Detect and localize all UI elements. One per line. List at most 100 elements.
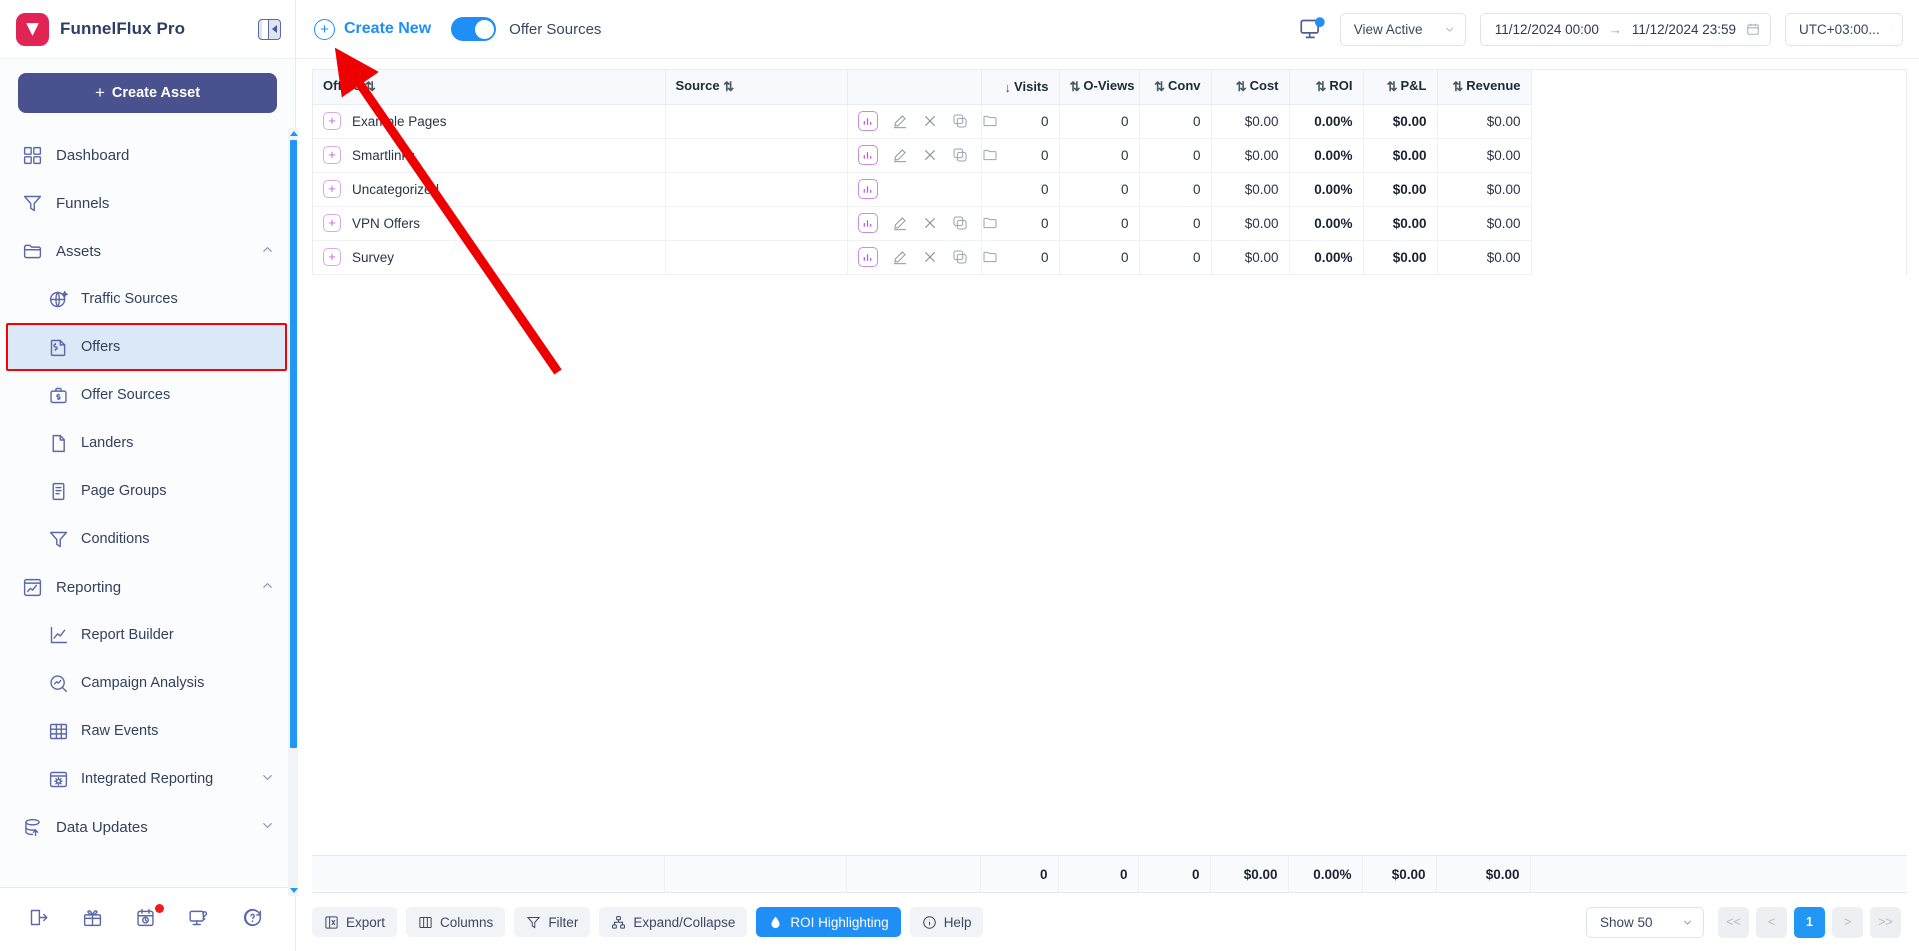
view-active-select[interactable]: View Active: [1339, 12, 1466, 46]
cell-pl: $0.00: [1363, 240, 1438, 275]
logout-icon[interactable]: [28, 907, 53, 932]
sidebar-item-dashboard[interactable]: Dashboard: [0, 131, 295, 179]
gift-icon[interactable]: [82, 907, 107, 932]
scroll-down-arrow-icon[interactable]: [289, 888, 298, 893]
sidebar-scrollbar-thumb[interactable]: [290, 140, 297, 748]
column-header-label: Revenue: [1466, 78, 1521, 94]
chevron-down-icon[interactable]: [260, 770, 275, 789]
date-range-picker[interactable]: 11/12/2024 00:00 → 11/12/2024 23:59: [1479, 12, 1771, 46]
archive-folder-icon[interactable]: [982, 147, 998, 163]
column-header-offers[interactable]: Offers ⇅: [313, 70, 666, 105]
duplicate-copy-icon[interactable]: [952, 147, 968, 163]
sidebar-item-funnels[interactable]: Funnels: [0, 179, 295, 227]
chevron-up-icon[interactable]: [260, 578, 275, 597]
sidebar-item-data-updates[interactable]: Data Updates: [0, 803, 295, 851]
sidebar-item-traffic-sources[interactable]: Traffic Sources: [0, 275, 295, 323]
sidebar-item-conditions[interactable]: Conditions: [0, 515, 295, 563]
sidebar-item-report-builder[interactable]: Report Builder: [0, 611, 295, 659]
archive-folder-icon[interactable]: [982, 249, 998, 265]
create-new-label: Create New: [344, 20, 432, 37]
sidebar-item-campaign-analysis[interactable]: Campaign Analysis: [0, 659, 295, 707]
sidebar-scrollbar[interactable]: [288, 128, 298, 896]
cell-cost: $0.00: [1211, 206, 1290, 241]
column-header-source[interactable]: Source ⇅: [665, 70, 848, 105]
expand-plus-icon[interactable]: +: [323, 248, 341, 266]
duplicate-copy-icon[interactable]: [952, 249, 968, 265]
expand-plus-icon[interactable]: +: [323, 180, 341, 198]
edit-pencil-icon[interactable]: [892, 249, 908, 265]
expand-plus-icon[interactable]: +: [323, 146, 341, 164]
delete-x-icon[interactable]: [922, 113, 938, 129]
sidebar-item-raw-events[interactable]: Raw Events: [0, 707, 295, 755]
expand-collapse-button[interactable]: Expand/Collapse: [599, 907, 748, 937]
chart-bar-icon[interactable]: [857, 111, 878, 131]
duplicate-copy-icon[interactable]: [952, 215, 968, 231]
column-header-visits[interactable]: ↓ Visits: [981, 70, 1060, 105]
expand-plus-icon[interactable]: +: [323, 112, 341, 130]
create-asset-button[interactable]: + Create Asset: [18, 73, 277, 113]
chevron-up-icon[interactable]: [260, 242, 275, 261]
column-header-revenue[interactable]: ⇅ Revenue: [1437, 70, 1532, 105]
column-header-roi[interactable]: ⇅ ROI: [1289, 70, 1364, 105]
offer-sources-toggle[interactable]: [451, 17, 497, 41]
pager-button-4[interactable]: >>: [1870, 906, 1901, 938]
archive-folder-icon[interactable]: [982, 113, 998, 129]
delete-x-icon[interactable]: [922, 249, 938, 265]
sidebar-item-integrated-reporting[interactable]: Integrated Reporting: [0, 755, 295, 803]
edit-pencil-icon[interactable]: [892, 147, 908, 163]
column-header-cost[interactable]: ⇅ Cost: [1211, 70, 1290, 105]
sidebar-item-reporting[interactable]: Reporting: [0, 563, 295, 611]
help-chat-icon[interactable]: [242, 907, 267, 932]
pager-button-3[interactable]: >: [1832, 906, 1863, 938]
cell-source: [665, 206, 848, 241]
pager-button-0[interactable]: <<: [1718, 906, 1749, 938]
table-row[interactable]: + Survey 0 0 0 $0.00 0.00% $0.00 $0.00: [313, 240, 1532, 275]
sidebar-item-offer-sources[interactable]: Offer Sources: [0, 371, 295, 419]
duplicate-copy-icon[interactable]: [952, 113, 968, 129]
page-size-select[interactable]: Show 50: [1586, 906, 1704, 938]
chart-bar-icon[interactable]: [857, 145, 878, 165]
column-header-pl[interactable]: ⇅ P&L: [1363, 70, 1438, 105]
sort-icon: ⇅: [1235, 79, 1247, 95]
chevron-down-icon[interactable]: [260, 818, 275, 837]
edit-pencil-icon[interactable]: [892, 113, 908, 129]
scroll-up-arrow-icon[interactable]: [289, 131, 298, 136]
timezone-select[interactable]: UTC+03:00...: [1785, 12, 1903, 46]
chart-bar-icon[interactable]: [857, 179, 878, 199]
roi-highlighting-button[interactable]: ROI Highlighting: [756, 907, 901, 937]
chart-bar-icon[interactable]: [857, 213, 878, 233]
columns-button[interactable]: Columns: [406, 907, 506, 937]
pager-button-current[interactable]: 1: [1794, 906, 1825, 938]
table-row[interactable]: + VPN Offers 0 0 0 $0.00 0.00% $0.00 $0.00: [313, 206, 1532, 241]
delete-x-icon[interactable]: [922, 147, 938, 163]
calendar-clock-icon[interactable]: [135, 904, 164, 932]
cell-roi: 0.00%: [1289, 172, 1364, 207]
sidebar-footer: [0, 887, 295, 951]
monitor-refresh-icon[interactable]: [1299, 16, 1326, 43]
table-row[interactable]: + Example Pages 0 0 0 $0.00 0.00% $0.00 $0.00: [313, 104, 1532, 139]
pager-button-1[interactable]: <: [1756, 906, 1787, 938]
plus-circle-icon: +: [314, 18, 335, 40]
chart-bar-icon[interactable]: [857, 247, 878, 267]
sidebar-item-page-groups[interactable]: Page Groups: [0, 467, 295, 515]
sidebar-item-offers[interactable]: Offers: [6, 323, 287, 371]
calendar-icon: [1747, 23, 1759, 35]
filter-button[interactable]: Filter: [514, 907, 591, 937]
column-header-oviews[interactable]: ⇅ O-Views: [1059, 70, 1140, 105]
export-button[interactable]: Export: [312, 907, 398, 937]
panel-collapse-icon[interactable]: [258, 18, 281, 40]
monitor-question-icon[interactable]: [188, 907, 213, 932]
table-row[interactable]: + Smartlinks 0 0 0 $0.00 0.00% $0.00 $0.00: [313, 138, 1532, 173]
help-button[interactable]: Help: [909, 907, 984, 937]
sidebar-item-assets[interactable]: Assets: [0, 227, 295, 275]
expand-plus-icon[interactable]: +: [323, 214, 341, 232]
brand-title: FunnelFlux Pro: [60, 19, 186, 38]
edit-pencil-icon[interactable]: [892, 215, 908, 231]
create-new-button[interactable]: + Create New: [314, 18, 432, 40]
table-row[interactable]: + Uncategorized 0 0 0 $0.00 0.00% $0.00 $0.00: [313, 172, 1532, 207]
delete-x-icon[interactable]: [922, 215, 938, 231]
chevron-down-icon: [1683, 919, 1692, 925]
archive-folder-icon[interactable]: [982, 215, 998, 231]
sidebar-item-landers[interactable]: Landers: [0, 419, 295, 467]
column-header-conv[interactable]: ⇅ Conv: [1139, 70, 1212, 105]
